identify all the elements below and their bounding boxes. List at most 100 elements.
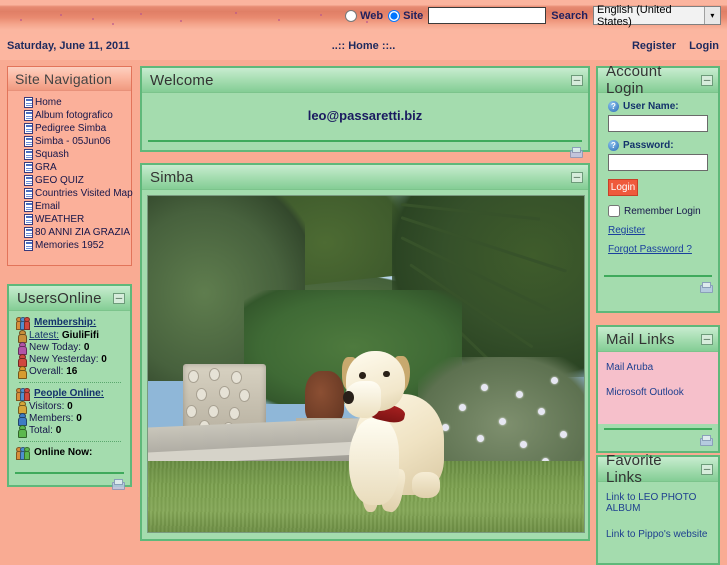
document-icon — [24, 136, 33, 147]
collapse-icon[interactable]: ─ — [701, 74, 713, 86]
sidebar-item-countries-visited-map[interactable]: Countries Visited Map — [14, 187, 133, 200]
sidebar-item-label: Countries Visited Map — [35, 188, 133, 199]
mail-aruba-link[interactable]: Mail Aruba — [606, 362, 710, 373]
person-icon — [18, 401, 27, 414]
divider — [19, 441, 121, 442]
sidebar-item-label: 80 ANNI ZIA GRAZIA — [35, 227, 131, 238]
panel-footer — [598, 277, 718, 297]
help-icon[interactable]: ? — [608, 101, 619, 112]
leo-photo-album-link[interactable]: Link to LEO PHOTO ALBUM — [606, 492, 710, 514]
pippo-website-link[interactable]: Link to Pippo's website — [606, 529, 710, 540]
search-scope-site-radio[interactable] — [388, 9, 401, 22]
membership-latest-row: Latest: GiuliFifi — [16, 330, 124, 343]
print-icon[interactable] — [699, 434, 713, 446]
breadcrumb-home-link[interactable]: ..:: Home ::.. — [0, 40, 727, 52]
mail-links-header: Mail Links ─ — [598, 327, 718, 352]
sidebar-item-pedigree-simba[interactable]: Pedigree Simba — [14, 122, 127, 135]
register-link[interactable]: Register — [608, 225, 710, 236]
person-icon — [18, 366, 27, 379]
account-login-header: Account Login ─ — [598, 63, 718, 97]
remember-login-checkbox[interactable] — [608, 205, 620, 217]
site-navigation-title: Site Navigation — [15, 70, 113, 87]
account-login-title: Account Login — [606, 63, 662, 97]
document-icon — [24, 149, 33, 160]
print-icon[interactable] — [111, 478, 125, 490]
panel-footer — [598, 430, 718, 450]
favorite-links-body: Link to LEO PHOTO ALBUM Link to Pippo's … — [598, 482, 718, 540]
sidebar-item-email[interactable]: Email — [14, 200, 127, 213]
collapse-icon[interactable]: ─ — [701, 463, 713, 475]
password-label-row: ? Password: — [608, 140, 710, 151]
language-select[interactable]: English (United States) ▾ — [593, 3, 721, 28]
sidebar-item-album-fotografico[interactable]: Album fotografico — [14, 109, 127, 122]
top-header-bar: Web Site Search English (United States) … — [0, 0, 727, 34]
favorite-links-panel: Favorite Links ─ Link to LEO PHOTO ALBUM… — [596, 452, 720, 565]
people-total-row: Total: 0 — [16, 425, 124, 438]
panel-footer — [142, 142, 588, 162]
forgot-password-link[interactable]: Forgot Password ? — [608, 244, 710, 255]
search-input[interactable] — [428, 7, 547, 24]
mail-links-panel: Mail Links ─ Mail Aruba Microsoft Outloo… — [596, 325, 720, 453]
users-online-title: UsersOnline — [17, 289, 102, 307]
sidebar-item-label: Home — [35, 97, 62, 108]
document-icon — [24, 162, 33, 173]
sidebar-item-weather[interactable]: WEATHER — [14, 213, 127, 226]
favorite-links-title: Favorite Links — [606, 452, 662, 486]
people-visitors-row: Visitors: 0 — [16, 401, 124, 414]
login-link[interactable]: Login — [689, 40, 719, 52]
sidebar-item-home[interactable]: Home — [14, 96, 127, 109]
people-online-heading: People Online: — [34, 388, 105, 399]
membership-new-yesterday-label: New Yesterday: 0 — [29, 354, 107, 365]
document-icon — [24, 201, 33, 212]
microsoft-outlook-link[interactable]: Microsoft Outlook — [606, 387, 710, 398]
search-button[interactable]: Search — [551, 10, 588, 22]
username-label: User Name: — [623, 101, 679, 112]
membership-new-today-row: New Today: 0 — [16, 342, 124, 355]
mail-links-title: Mail Links — [606, 330, 675, 348]
membership-latest-label: Latest: GiuliFifi — [29, 330, 100, 341]
sidebar-item-80-anni-zia-grazia[interactable]: 80 ANNI ZIA GRAZIA — [14, 226, 131, 239]
username-input[interactable] — [608, 115, 708, 132]
person-icon — [18, 413, 27, 426]
online-now-row: Online Now: — [16, 447, 124, 460]
people-members-label: Members: 0 — [29, 413, 82, 424]
sidebar-item-label: Squash — [35, 149, 69, 160]
language-select-value: English (United States) — [597, 3, 672, 28]
print-icon[interactable] — [569, 146, 583, 158]
simba-header: Simba ─ — [142, 165, 588, 190]
mail-links-body: Mail Aruba Microsoft Outlook — [598, 352, 718, 424]
remember-login-row[interactable]: Remember Login — [608, 205, 710, 217]
password-label: Password: — [623, 140, 674, 151]
sidebar-item-memories-1952[interactable]: Memories 1952 — [14, 239, 127, 252]
sidebar-item-label: GRA — [35, 162, 57, 173]
simba-dog-photo — [147, 195, 585, 533]
person-icon — [18, 342, 27, 355]
sidebar-item-label: Album fotografico — [35, 110, 113, 121]
password-input[interactable] — [608, 154, 708, 171]
panel-footer — [9, 474, 130, 494]
help-icon[interactable]: ? — [608, 140, 619, 151]
site-navigation-header: Site Navigation — [8, 67, 131, 91]
collapse-icon[interactable]: ─ — [571, 171, 583, 183]
search-scope-site-option[interactable]: Site — [388, 9, 423, 22]
group-people-icon — [16, 388, 30, 401]
group-people-icon — [16, 447, 30, 460]
search-scope-web-option[interactable]: Web — [345, 9, 383, 22]
sidebar-item-squash[interactable]: Squash — [14, 148, 127, 161]
chevron-down-icon[interactable]: ▾ — [703, 7, 720, 24]
collapse-icon[interactable]: ─ — [701, 333, 713, 345]
sidebar-item-gra[interactable]: GRA — [14, 161, 127, 174]
collapse-icon[interactable]: ─ — [113, 292, 125, 304]
membership-new-today-label: New Today: 0 — [29, 342, 90, 353]
collapse-icon[interactable]: ─ — [571, 74, 583, 86]
login-button[interactable]: Login — [608, 179, 638, 196]
sidebar-item-label: Pedigree Simba — [35, 123, 107, 134]
search-scope-web-radio[interactable] — [345, 9, 358, 22]
sidebar-item-simba-05jun06[interactable]: Simba - 05Jun06 — [14, 135, 127, 148]
register-link[interactable]: Register — [632, 40, 676, 52]
document-icon — [24, 123, 33, 134]
print-icon[interactable] — [699, 281, 713, 293]
people-members-row: Members: 0 — [16, 413, 124, 426]
username-label-row: ? User Name: — [608, 101, 710, 112]
sidebar-item-geo-quiz[interactable]: GEO QUIZ — [14, 174, 127, 187]
